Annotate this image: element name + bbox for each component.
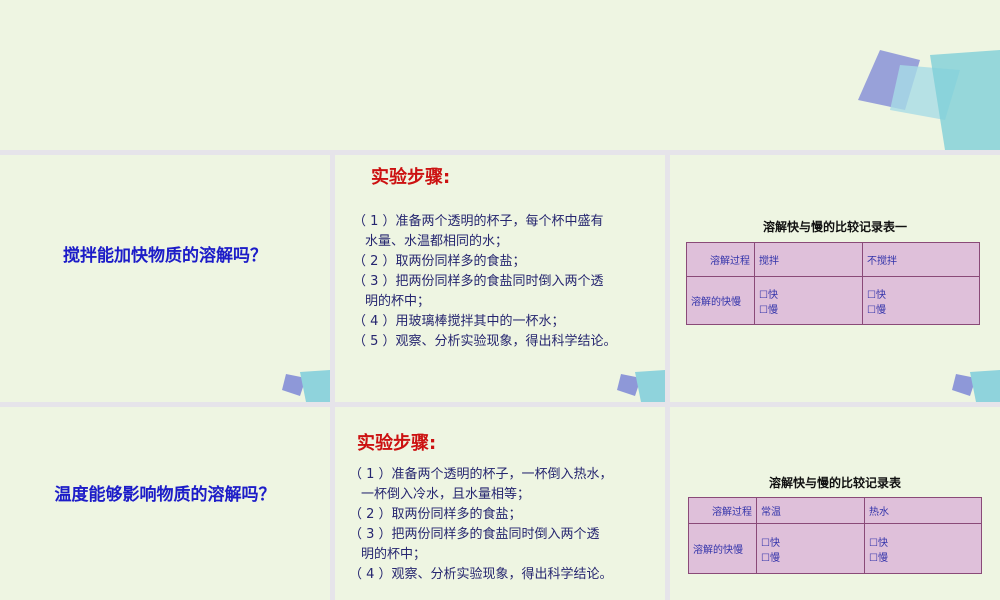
- step-line: 明的杯中；: [365, 294, 431, 309]
- header-cell: 溶解过程: [686, 242, 755, 277]
- step-line: （ 4 ）用玻璃棒搅拌其中的一杯水；: [353, 314, 565, 329]
- slide-question-1[interactable]: 搅拌能加快物质的溶解吗？: [0, 155, 330, 402]
- step-line: （ 5 ）观察、分析实验现象，得出科学结论。: [353, 334, 617, 349]
- step-line: （ 1 ）准备两个透明的杯子，每个杯中盛有: [353, 214, 604, 229]
- step-line: （ 3 ）把两份同样多的食盐同时倒入两个透: [353, 274, 604, 289]
- title-slide-strip: [0, 0, 1000, 150]
- table-title: 溶解快与慢的比较记录表: [768, 476, 901, 490]
- fast-checkbox[interactable]: ☐快: [867, 286, 975, 301]
- slow-checkbox[interactable]: ☐慢: [759, 301, 858, 316]
- question-text: 温度能够影响物质的溶解吗？: [54, 485, 276, 505]
- step-line: （ 2 ）取两份同样多的食盐；: [349, 507, 522, 522]
- step-line: 水量、水温都相同的水；: [365, 234, 509, 249]
- header-cell: 搅拌: [754, 242, 863, 277]
- row-label: 溶解的快慢: [686, 276, 755, 325]
- slow-checkbox[interactable]: ☐慢: [867, 301, 975, 316]
- fast-checkbox[interactable]: ☐快: [869, 534, 977, 549]
- fast-checkbox[interactable]: ☐快: [759, 286, 858, 301]
- slide-table-1[interactable]: 溶解快与慢的比较记录表一 溶解过程 搅拌 不搅拌 溶解的快慢 ☐快 ☐慢 ☐快 ☐慢: [670, 155, 1000, 402]
- table-title: 溶解快与慢的比较记录表一: [762, 220, 907, 234]
- slide-table-2[interactable]: 溶解快与慢的比较记录表 溶解过程 常温 热水 溶解的快慢 ☐快 ☐慢 ☐快 ☐慢: [670, 407, 1000, 600]
- slide-steps-2[interactable]: 实验步骤: （ 1 ）准备两个透明的杯子，一杯倒入热水， 一杯倒入冷水，且水量相…: [335, 407, 665, 600]
- step-line: 一杯倒入冷水，且水量相等；: [361, 487, 531, 502]
- option-cell[interactable]: ☐快 ☐慢: [862, 276, 980, 325]
- option-cell[interactable]: ☐快 ☐慢: [756, 523, 865, 574]
- step-line: （ 3 ）把两份同样多的食盐同时倒入两个透: [349, 527, 600, 542]
- decorative-shapes: [617, 370, 665, 402]
- record-table: 溶解过程 搅拌 不搅拌 溶解的快慢 ☐快 ☐慢 ☐快 ☐慢: [686, 242, 980, 325]
- slow-checkbox[interactable]: ☐慢: [761, 549, 860, 564]
- header-cell: 热水: [864, 497, 982, 524]
- option-cell[interactable]: ☐快 ☐慢: [754, 276, 863, 325]
- step-line: （ 2 ）取两份同样多的食盐；: [353, 254, 526, 269]
- slow-checkbox[interactable]: ☐慢: [869, 549, 977, 564]
- record-table: 溶解过程 常温 热水 溶解的快慢 ☐快 ☐慢 ☐快 ☐慢: [688, 497, 982, 574]
- header-cell: 溶解过程: [688, 497, 757, 524]
- slide-question-2[interactable]: 温度能够影响物质的溶解吗？: [0, 407, 330, 600]
- row-label: 溶解的快慢: [688, 523, 757, 574]
- option-cell[interactable]: ☐快 ☐慢: [864, 523, 982, 574]
- step-line: （ 4 ）观察、分析实验现象，得出科学结论。: [349, 567, 613, 582]
- slide-steps-1[interactable]: 实验步骤: （ 1 ）准备两个透明的杯子，每个杯中盛有 水量、水温都相同的水； …: [335, 155, 665, 402]
- step-line: （ 1 ）准备两个透明的杯子，一杯倒入热水，: [349, 467, 613, 482]
- steps-list: （ 1 ）准备两个透明的杯子，每个杯中盛有 水量、水温都相同的水； （ 2 ）取…: [353, 212, 617, 352]
- fast-checkbox[interactable]: ☐快: [761, 534, 860, 549]
- decorative-shapes: [952, 370, 1000, 402]
- decorative-shapes: [858, 50, 1000, 150]
- header-cell: 不搅拌: [862, 242, 980, 277]
- step-line: 明的杯中；: [361, 547, 427, 562]
- steps-list: （ 1 ）准备两个透明的杯子，一杯倒入热水， 一杯倒入冷水，且水量相等； （ 2…: [349, 465, 613, 585]
- header-cell: 常温: [756, 497, 865, 524]
- question-text: 搅拌能加快物质的溶解吗？: [63, 246, 267, 266]
- decorative-shapes: [282, 370, 330, 402]
- steps-title: 实验步骤:: [371, 167, 451, 188]
- steps-title: 实验步骤:: [357, 433, 437, 454]
